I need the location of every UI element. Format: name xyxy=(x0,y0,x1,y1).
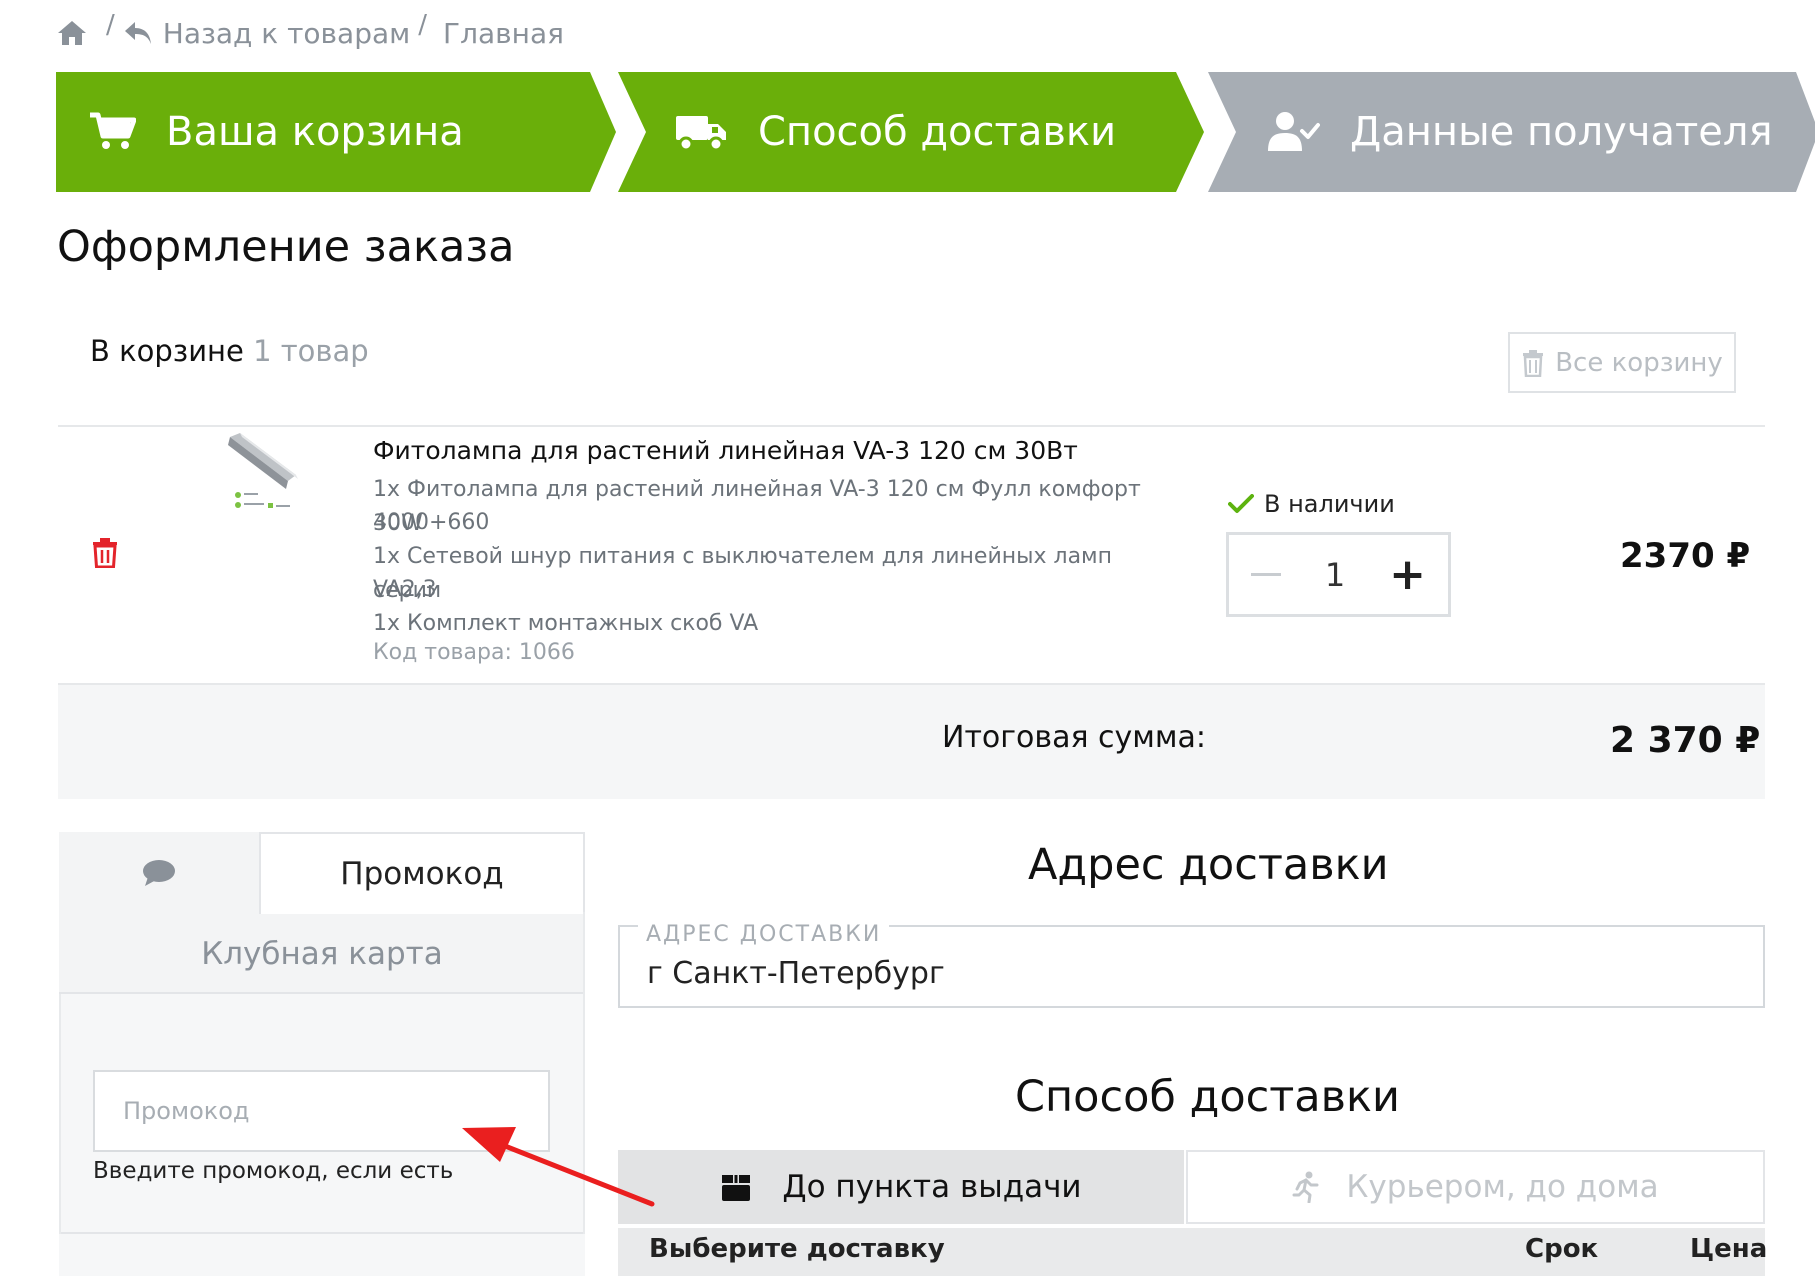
cart-count-prefix: В корзине xyxy=(90,334,244,368)
cart-count: В корзине 1 товар xyxy=(90,334,369,368)
step-cart[interactable]: Ваша корзина xyxy=(90,72,464,192)
breadcrumb-separator: / xyxy=(106,10,115,40)
divider xyxy=(58,425,1765,427)
promocode-input[interactable] xyxy=(93,1070,550,1152)
product-code: Код товара: 1066 xyxy=(373,640,575,665)
quantity-increase-button[interactable]: + xyxy=(1389,552,1426,597)
promocode-hint: Введите промокод, если есть xyxy=(93,1158,454,1184)
breadcrumb-back-label: Назад к товарам xyxy=(162,16,411,50)
tab-club-card[interactable]: Клубная карта xyxy=(59,914,585,994)
address-title: Адрес доставки xyxy=(1028,840,1389,890)
divider xyxy=(583,912,585,1234)
step-label: Данные получателя xyxy=(1350,109,1773,155)
tab-courier[interactable]: Курьером, до дома xyxy=(1186,1150,1765,1224)
cart-icon xyxy=(90,112,136,152)
quantity-input[interactable] xyxy=(1305,555,1366,594)
product-component-line: 4000+660 xyxy=(373,510,490,535)
step-label: Способ доставки xyxy=(758,109,1117,155)
column-header-term: Срок xyxy=(1525,1234,1599,1264)
truck-icon xyxy=(676,112,728,152)
quantity-stepper: + xyxy=(1226,532,1451,617)
clear-cart-label: Все корзину xyxy=(1555,347,1723,378)
product-component-line: 1х Комплект монтажных скоб VA xyxy=(373,611,759,636)
breadcrumb-back-link[interactable]: Назад к товарам xyxy=(123,16,411,50)
total-label: Итоговая сумма: xyxy=(942,720,1207,755)
breadcrumb-home[interactable] xyxy=(56,19,98,47)
item-price: 2370 ₽ xyxy=(1620,536,1751,576)
running-person-icon xyxy=(1292,1171,1319,1203)
step-recipient[interactable]: Данные получателя xyxy=(1268,72,1773,192)
user-check-icon xyxy=(1268,111,1320,153)
stock-status: В наличии xyxy=(1228,490,1395,518)
stock-label: В наличии xyxy=(1264,490,1395,518)
divider xyxy=(59,1232,585,1234)
quantity-decrease-button[interactable] xyxy=(1251,573,1281,576)
step-label: Ваша корзина xyxy=(166,109,464,155)
check-icon xyxy=(1228,494,1254,513)
trash-icon xyxy=(1523,349,1544,377)
tab-pickup-point[interactable]: До пункта выдачи xyxy=(618,1150,1184,1224)
breadcrumb-separator: / xyxy=(418,10,428,40)
column-header-choose: Выберите доставку xyxy=(649,1234,945,1264)
chat-bubble-icon xyxy=(143,860,175,886)
tab-courier-label: Курьером, до дома xyxy=(1346,1169,1659,1205)
product-component-line: VA2,3 xyxy=(373,577,437,602)
home-icon xyxy=(58,21,86,45)
divider xyxy=(59,992,585,994)
breadcrumb-main-link[interactable]: Главная xyxy=(443,17,564,50)
address-field-label: АДРЕС ДОСТАВКИ xyxy=(638,922,890,947)
product-title[interactable]: Фитолампа для растений линейная VA-3 120… xyxy=(373,436,1078,465)
reply-arrow-icon xyxy=(124,22,151,44)
breadcrumb: / Назад к товарам / Главная xyxy=(56,10,564,52)
tab-pickup-label: До пункта выдачи xyxy=(782,1169,1082,1205)
page-title: Оформление заказа xyxy=(57,222,515,272)
divider xyxy=(59,994,61,1234)
total-value: 2 370 ₽ xyxy=(1610,720,1761,761)
cart-count-value: 1 товар xyxy=(253,334,369,368)
checkout-steps: Ваша корзина Способ доставки Данные полу… xyxy=(56,72,1815,192)
total-bar xyxy=(58,683,1765,799)
column-header-price: Цена xyxy=(1690,1234,1768,1264)
remove-item-button[interactable] xyxy=(92,538,118,572)
tab-promocode[interactable]: Промокод xyxy=(259,832,585,914)
trash-icon xyxy=(93,538,117,569)
tab-comment[interactable] xyxy=(59,832,259,914)
step-delivery[interactable]: Способ доставки xyxy=(676,72,1116,192)
product-thumbnail[interactable] xyxy=(228,433,308,523)
clear-cart-button[interactable]: Все корзину xyxy=(1508,332,1736,393)
shipping-title: Способ доставки xyxy=(1015,1072,1400,1122)
box-icon xyxy=(722,1175,751,1201)
address-input[interactable] xyxy=(647,952,1747,994)
